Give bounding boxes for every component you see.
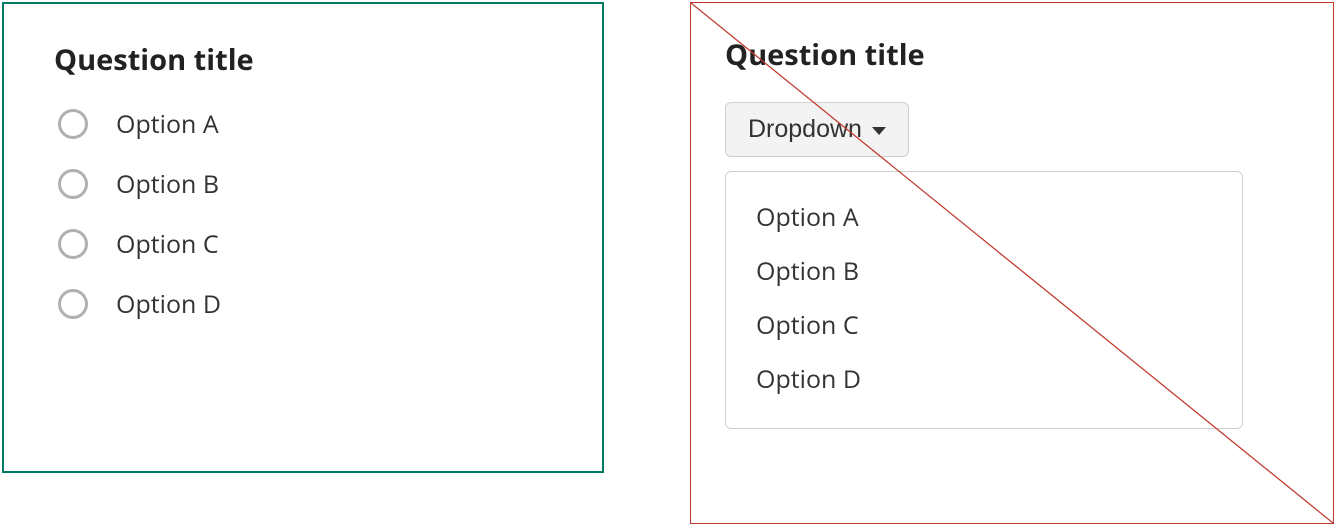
dropdown-option-b[interactable]: Option B [756,244,1212,298]
dropdown-option-a[interactable]: Option A [756,190,1212,244]
dropdown-menu: Option A Option B Option C Option D [725,171,1243,429]
radio-label: Option D [116,287,221,321]
dropdown-label: Dropdown [748,115,862,144]
radio-icon [58,229,88,259]
radio-option-a[interactable]: Option A [58,107,552,141]
bad-example-panel: Question title Dropdown Option A Option … [690,2,1334,524]
radio-label: Option C [116,227,219,261]
dropdown-option-d[interactable]: Option D [756,352,1212,406]
question-title: Question title [725,35,1299,74]
radio-label: Option A [116,107,219,141]
radio-group: Option A Option B Option C Option D [58,107,552,321]
caret-down-icon [872,127,886,135]
radio-icon [58,289,88,319]
radio-icon [58,169,88,199]
radio-option-c[interactable]: Option C [58,227,552,261]
question-title: Question title [54,40,552,79]
radio-icon [58,109,88,139]
radio-option-d[interactable]: Option D [58,287,552,321]
radio-label: Option B [116,167,219,201]
good-example-panel: Question title Option A Option B Option … [2,2,604,473]
dropdown-option-c[interactable]: Option C [756,298,1212,352]
radio-option-b[interactable]: Option B [58,167,552,201]
dropdown-toggle-button[interactable]: Dropdown [725,102,909,157]
